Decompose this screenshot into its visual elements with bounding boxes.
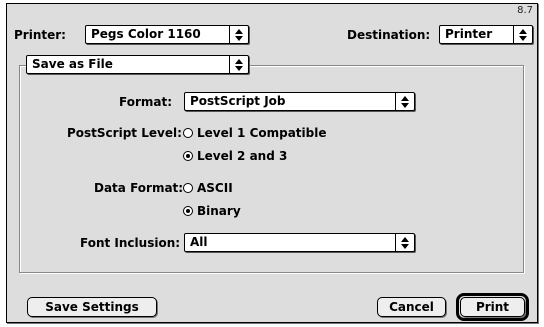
data-format-label: Data Format:: [94, 181, 184, 195]
destination-label: Destination:: [347, 28, 431, 42]
updown-arrows-icon: [229, 56, 248, 73]
destination-popup[interactable]: Printer: [439, 25, 533, 44]
font-inclusion-value: All: [190, 235, 208, 249]
printer-popup[interactable]: Pegs Color 1160: [85, 25, 249, 44]
radio-selected-icon: [183, 206, 193, 216]
printer-label: Printer:: [14, 28, 66, 42]
format-value: PostScript Job: [190, 94, 286, 108]
updown-arrows-icon: [513, 26, 532, 43]
updown-arrows-icon: [395, 234, 414, 251]
section-popup[interactable]: Save as File: [26, 55, 249, 74]
print-button[interactable]: Print: [460, 297, 525, 317]
radio-level-1[interactable]: Level 1 Compatible: [183, 125, 327, 141]
printer-value: Pegs Color 1160: [91, 27, 201, 41]
radio-ascii-label: ASCII: [197, 181, 233, 195]
print-dialog: 8.7 Printer: Pegs Color 1160 Destination…: [6, 3, 538, 323]
radio-ascii[interactable]: ASCII: [183, 180, 233, 196]
radio-level-2-and-3[interactable]: Level 2 and 3: [183, 148, 287, 164]
radio-binary[interactable]: Binary: [183, 203, 241, 219]
radio-button-icon: [183, 128, 193, 138]
radio-selected-icon: [183, 151, 193, 161]
radio-binary-label: Binary: [197, 204, 241, 218]
save-settings-button[interactable]: Save Settings: [27, 297, 157, 317]
radio-button-icon: [183, 183, 193, 193]
postscript-level-label: PostScript Level:: [67, 126, 182, 140]
updown-arrows-icon: [229, 26, 248, 43]
updown-arrows-icon: [395, 93, 414, 110]
destination-value: Printer: [445, 27, 493, 41]
font-inclusion-popup[interactable]: All: [184, 233, 415, 252]
font-inclusion-label: Font Inclusion:: [80, 236, 181, 250]
cancel-button[interactable]: Cancel: [377, 297, 446, 317]
format-label: Format:: [119, 95, 173, 109]
format-popup[interactable]: PostScript Job: [184, 92, 415, 111]
version-label: 8.7: [517, 5, 533, 16]
radio-level-1-label: Level 1 Compatible: [197, 126, 327, 140]
section-value: Save as File: [32, 57, 113, 71]
radio-level-2-and-3-label: Level 2 and 3: [197, 149, 288, 163]
